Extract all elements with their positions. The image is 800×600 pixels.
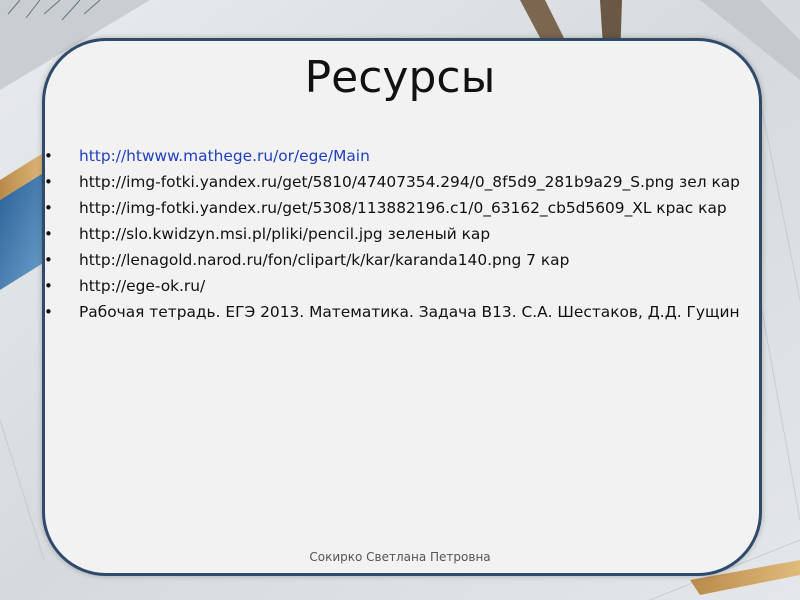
bullet-icon: • bbox=[44, 225, 53, 243]
list-item: • http://img-fotki.yandex.ru/get/5810/47… bbox=[0, 172, 760, 193]
bullet-icon: • bbox=[44, 199, 53, 217]
slide-footer: Сокирко Светлана Петровна bbox=[309, 550, 491, 564]
list-item: • http://ege-ok.ru/ bbox=[0, 276, 760, 297]
slide-title: Ресурсы bbox=[304, 52, 496, 103]
resource-text: Рабочая тетрадь. ЕГЭ 2013. Математика. З… bbox=[79, 303, 740, 321]
bullet-icon: • bbox=[44, 303, 53, 321]
bullet-icon: • bbox=[44, 277, 53, 295]
list-item: • http://img-fotki.yandex.ru/get/5308/11… bbox=[0, 198, 760, 219]
resource-link[interactable]: http://htwww.mathege.ru/or/ege/Main bbox=[79, 147, 370, 165]
bullet-icon: • bbox=[44, 147, 53, 165]
list-item[interactable]: • http://htwww.mathege.ru/or/ege/Main bbox=[0, 146, 760, 167]
list-item: • http://slo.kwidzyn.msi.pl/pliki/pencil… bbox=[0, 224, 760, 245]
resource-text: http://ege-ok.ru/ bbox=[79, 277, 206, 295]
list-item: • http://lenagold.narod.ru/fon/clipart/k… bbox=[0, 250, 760, 271]
bullet-icon: • bbox=[44, 251, 53, 269]
bullet-icon: • bbox=[44, 173, 53, 191]
resource-list: • http://htwww.mathege.ru/or/ege/Main • … bbox=[0, 146, 760, 328]
list-item: • Рабочая тетрадь. ЕГЭ 2013. Математика.… bbox=[0, 302, 760, 323]
resource-text: http://slo.kwidzyn.msi.pl/pliki/pencil.j… bbox=[79, 225, 491, 243]
resource-text: http://img-fotki.yandex.ru/get/5308/1138… bbox=[79, 199, 727, 217]
resource-text: http://img-fotki.yandex.ru/get/5810/4740… bbox=[79, 173, 740, 191]
resource-text: http://lenagold.narod.ru/fon/clipart/k/k… bbox=[79, 251, 570, 269]
